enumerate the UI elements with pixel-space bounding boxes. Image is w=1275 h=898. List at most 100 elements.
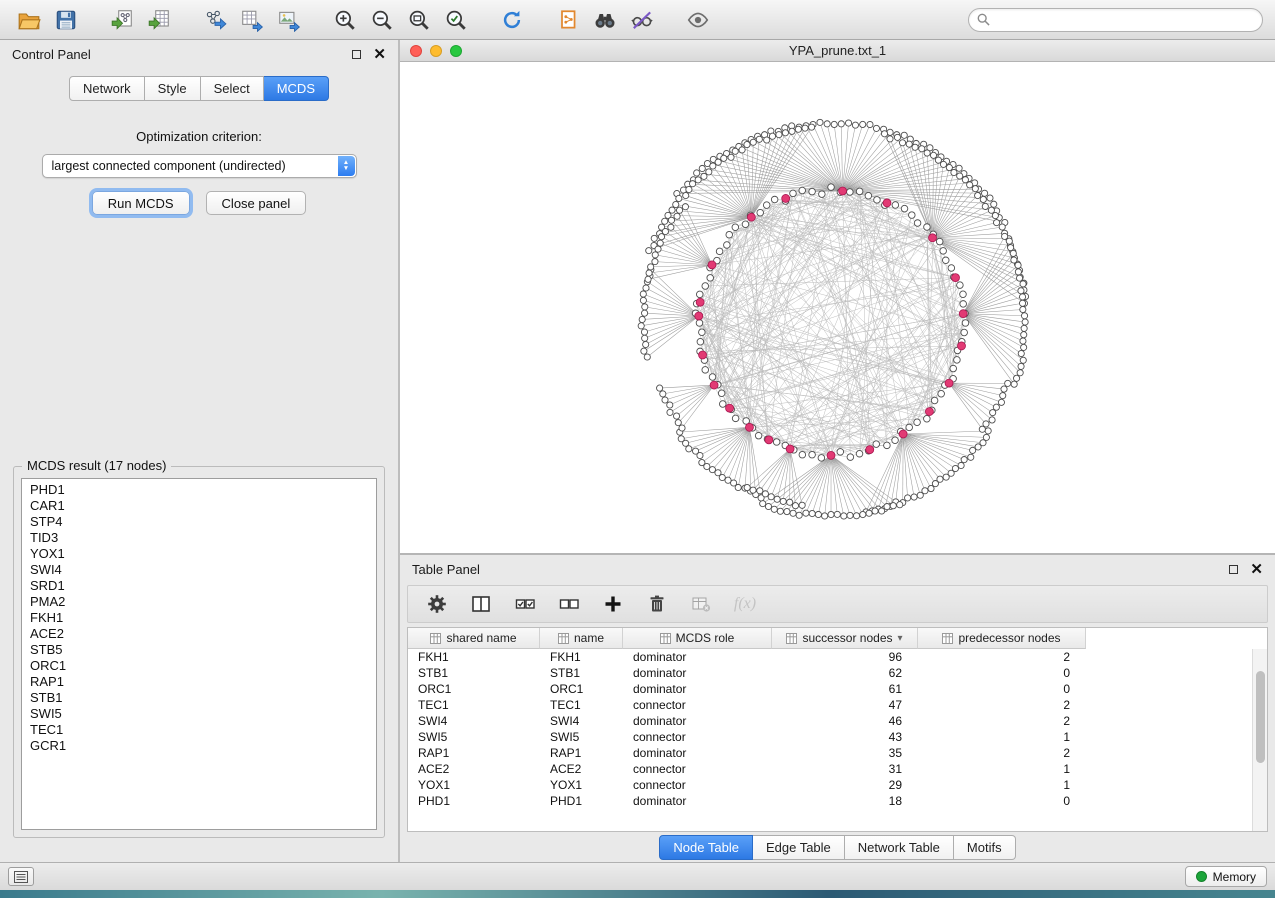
select-all-icon[interactable] [510,589,540,619]
mcds-result-item[interactable]: TID3 [30,530,376,546]
minimize-window-icon[interactable] [430,45,442,57]
mcds-result-item[interactable]: STB1 [30,690,376,706]
column-header-MCDS-role[interactable]: MCDS role [623,628,772,649]
mcds-result-item[interactable]: STB5 [30,642,376,658]
zoom-out-icon[interactable] [365,4,399,36]
show-eye-icon[interactable] [681,4,715,36]
table-cell: 2 [918,650,1086,664]
tab-node-table[interactable]: Node Table [659,835,753,860]
column-header-predecessor-nodes[interactable]: predecessor nodes [918,628,1086,649]
search-input[interactable] [996,13,1254,27]
search-icon [977,13,990,26]
table-cell: 31 [772,762,918,776]
settings-gear-icon[interactable] [422,589,452,619]
mcds-result-item[interactable]: STP4 [30,514,376,530]
table-row[interactable]: STB1STB1dominator620 [408,665,1252,681]
table-cell: 2 [918,746,1086,760]
tab-network-table[interactable]: Network Table [845,835,954,860]
tab-motifs[interactable]: Motifs [954,835,1016,860]
close-panel-button[interactable]: Close panel [206,191,307,215]
control-panel-header: Control Panel ✕ [0,40,398,68]
mcds-result-item[interactable]: SWI4 [30,562,376,578]
table-row[interactable]: YOX1YOX1connector291 [408,777,1252,793]
tab-select[interactable]: Select [201,76,264,101]
float-table-panel-icon[interactable] [1229,565,1238,574]
table-cell: connector [623,762,772,776]
table-row[interactable]: SWI4SWI4dominator462 [408,713,1252,729]
table-cell: STB1 [540,666,623,680]
export-network-icon[interactable] [198,4,232,36]
table-cell: SWI4 [540,714,623,728]
mcds-result-item[interactable]: SWI5 [30,706,376,722]
mcds-result-item[interactable]: TEC1 [30,722,376,738]
table-row[interactable]: RAP1RAP1dominator352 [408,745,1252,761]
table-toolbar: f(x) [407,585,1268,623]
table-cell: connector [623,730,772,744]
network-graph-canvas[interactable] [400,62,1275,553]
mcds-result-item[interactable]: CAR1 [30,498,376,514]
table-row[interactable]: PHD1PHD1dominator180 [408,793,1252,809]
import-network-icon[interactable] [105,4,139,36]
dropdown-arrows-icon: ▲▼ [338,156,355,176]
mcds-result-item[interactable]: PMA2 [30,594,376,610]
control-panel-title: Control Panel [12,47,91,62]
right-column: YPA_prune.txt_1 Table Panel ✕ f(x) share… [400,40,1275,862]
mcds-result-item[interactable]: PHD1 [30,482,376,498]
mcds-result-item[interactable]: GCR1 [30,738,376,754]
column-header-name[interactable]: name [540,628,623,649]
export-image-icon[interactable] [272,4,306,36]
mcds-result-item[interactable]: YOX1 [30,546,376,562]
criterion-dropdown[interactable]: largest connected component (undirected)… [42,154,357,178]
table-row[interactable]: TEC1TEC1connector472 [408,697,1252,713]
close-table-panel-icon[interactable]: ✕ [1250,562,1263,577]
table-row[interactable]: FKH1FKH1dominator962 [408,649,1252,665]
mcds-result-item[interactable]: ORC1 [30,658,376,674]
search-neighbors-icon[interactable] [588,4,622,36]
import-table-icon[interactable] [142,4,176,36]
close-window-icon[interactable] [410,45,422,57]
mcds-result-list[interactable]: PHD1CAR1STP4TID3YOX1SWI4SRD1PMA2FKH1ACE2… [21,478,377,830]
float-panel-icon[interactable] [352,50,361,59]
close-panel-icon[interactable]: ✕ [373,47,386,62]
mcds-result-item[interactable]: SRD1 [30,578,376,594]
table-cell: 1 [918,730,1086,744]
maximize-window-icon[interactable] [450,45,462,57]
table-row[interactable]: ACE2ACE2connector311 [408,761,1252,777]
add-entry-icon[interactable] [598,589,628,619]
mcds-result-item[interactable]: FKH1 [30,610,376,626]
tab-edge-table[interactable]: Edge Table [753,835,845,860]
table-cell: SWI4 [408,714,540,728]
memory-button[interactable]: Memory [1185,866,1267,887]
table-row[interactable]: ORC1ORC1dominator610 [408,681,1252,697]
run-mcds-button[interactable]: Run MCDS [92,191,190,215]
export-table-icon[interactable] [235,4,269,36]
tab-style[interactable]: Style [145,76,201,101]
mcds-result-item[interactable]: ACE2 [30,626,376,642]
table-cell: 96 [772,650,918,664]
zoom-fit-icon[interactable] [402,4,436,36]
panel-menu-button[interactable] [8,867,34,886]
split-columns-icon[interactable] [466,589,496,619]
column-header-shared-name[interactable]: shared name [408,628,540,649]
hide-glasses-icon[interactable] [625,4,659,36]
table-row[interactable]: SWI5SWI5connector431 [408,729,1252,745]
table-scrollbar[interactable] [1252,649,1267,831]
scrollbar-thumb[interactable] [1256,671,1265,763]
share-document-icon[interactable] [551,4,585,36]
table-cell: 61 [772,682,918,696]
open-session-icon[interactable] [12,4,46,36]
table-panel-tabs: Node TableEdge TableNetwork TableMotifs [659,835,1015,860]
table-cell: dominator [623,714,772,728]
zoom-in-icon[interactable] [328,4,362,36]
tab-mcds[interactable]: MCDS [264,76,329,101]
zoom-selected-icon[interactable] [439,4,473,36]
refresh-icon[interactable] [495,4,529,36]
memory-status-icon [1196,871,1207,882]
search-box[interactable] [968,8,1263,32]
column-header-successor-nodes[interactable]: successor nodes▾ [772,628,918,649]
tab-network[interactable]: Network [69,76,145,101]
unselect-all-icon[interactable] [554,589,584,619]
delete-entry-icon[interactable] [642,589,672,619]
save-session-icon[interactable] [49,4,83,36]
mcds-result-item[interactable]: RAP1 [30,674,376,690]
